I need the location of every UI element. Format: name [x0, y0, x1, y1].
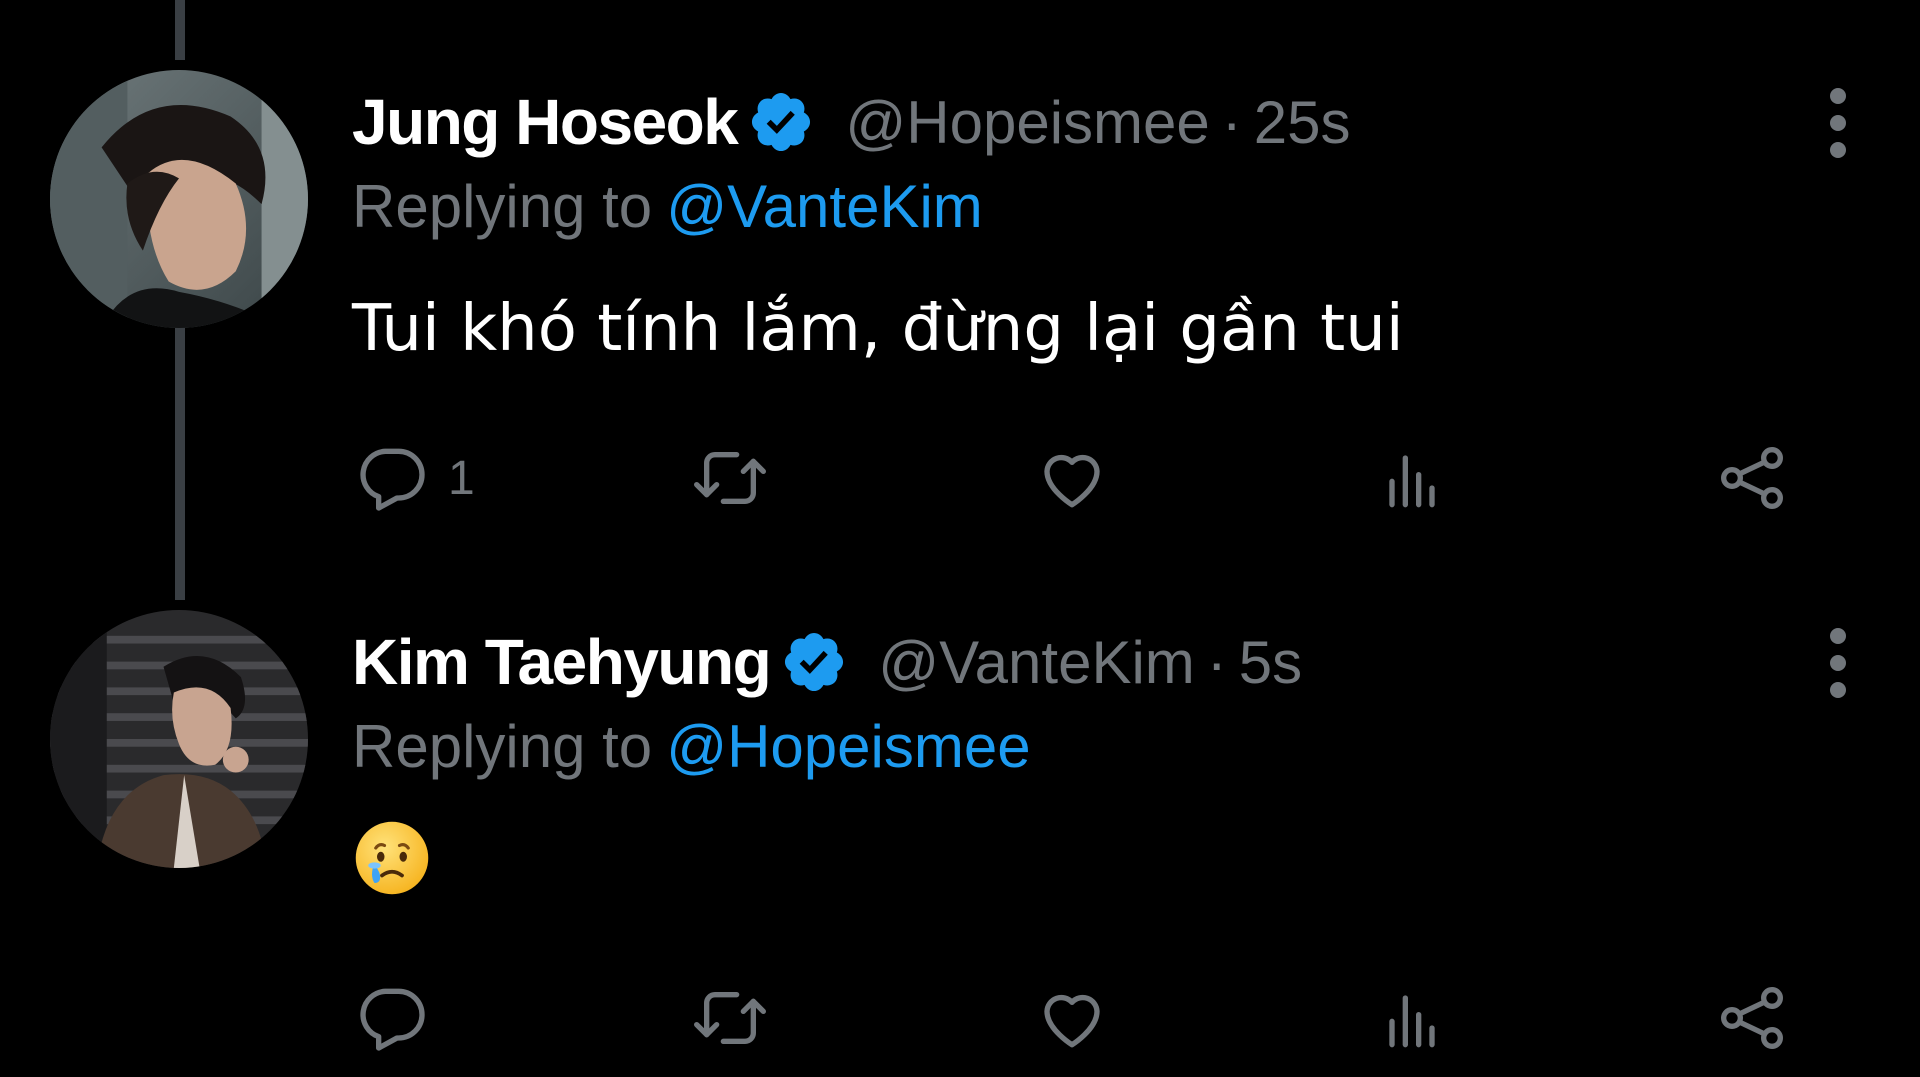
- avatar[interactable]: [50, 610, 308, 868]
- share-button[interactable]: [1712, 438, 1792, 518]
- views-button[interactable]: [1372, 438, 1452, 518]
- more-options-icon[interactable]: [1828, 88, 1848, 158]
- more-options-icon[interactable]: [1828, 628, 1848, 698]
- face-holding-back-tears-icon: [352, 818, 432, 898]
- avatar-photo: [50, 610, 308, 868]
- tweet-actions: 1: [352, 438, 1822, 518]
- share-icon: [1712, 978, 1792, 1058]
- reply-count: 1: [448, 451, 475, 505]
- separator-dot: ·: [1206, 628, 1227, 696]
- tweet-text: Tui khó tính lắm, đừng lại gần tui: [352, 292, 1404, 366]
- share-icon: [1712, 438, 1792, 518]
- separator-dot: ·: [1221, 88, 1242, 156]
- like-button[interactable]: [1032, 438, 1112, 518]
- verified-badge-icon: [747, 88, 815, 156]
- replying-to: Replying to @Hopeismee: [352, 712, 1031, 781]
- display-name[interactable]: Jung Hoseok: [352, 85, 739, 159]
- verified-badge-icon: [780, 628, 848, 696]
- reply-icon: [352, 978, 432, 1058]
- replying-prefix: Replying to: [352, 713, 653, 780]
- tweet-header: Kim Taehyung @VanteKim · 5s: [352, 622, 1302, 702]
- heart-icon: [1032, 438, 1112, 518]
- views-icon: [1372, 978, 1452, 1058]
- tweet[interactable]: Kim Taehyung @VanteKim · 5s Replying to @…: [0, 600, 1920, 1077]
- reply-button[interactable]: 1: [352, 438, 475, 518]
- tweet-header: Jung Hoseok @Hopeismee · 25s: [352, 82, 1350, 162]
- replying-to: Replying to @VanteKim: [352, 172, 983, 241]
- replying-to-link[interactable]: @Hopeismee: [666, 713, 1030, 780]
- retweet-icon: [690, 438, 770, 518]
- user-handle[interactable]: @VanteKim: [878, 628, 1195, 697]
- retweet-button[interactable]: [690, 978, 770, 1058]
- retweet-button[interactable]: [690, 438, 770, 518]
- display-name[interactable]: Kim Taehyung: [352, 625, 772, 699]
- views-icon: [1372, 438, 1452, 518]
- avatar-photo: [50, 70, 308, 328]
- timestamp[interactable]: 25s: [1254, 88, 1351, 157]
- replying-to-link[interactable]: @VanteKim: [666, 173, 983, 240]
- timestamp[interactable]: 5s: [1239, 628, 1302, 697]
- share-button[interactable]: [1712, 978, 1792, 1058]
- views-button[interactable]: [1372, 978, 1452, 1058]
- tweet-actions: [352, 978, 1822, 1058]
- tweet[interactable]: Jung Hoseok @Hopeismee · 25s Replying to…: [0, 60, 1920, 540]
- reply-icon: [352, 438, 432, 518]
- replying-prefix: Replying to: [352, 173, 653, 240]
- avatar[interactable]: [50, 70, 308, 328]
- thread-connector-top: [175, 0, 185, 60]
- retweet-icon: [690, 978, 770, 1058]
- user-handle[interactable]: @Hopeismee: [845, 88, 1209, 157]
- like-button[interactable]: [1032, 978, 1112, 1058]
- heart-icon: [1032, 978, 1112, 1058]
- reply-button[interactable]: [352, 978, 448, 1058]
